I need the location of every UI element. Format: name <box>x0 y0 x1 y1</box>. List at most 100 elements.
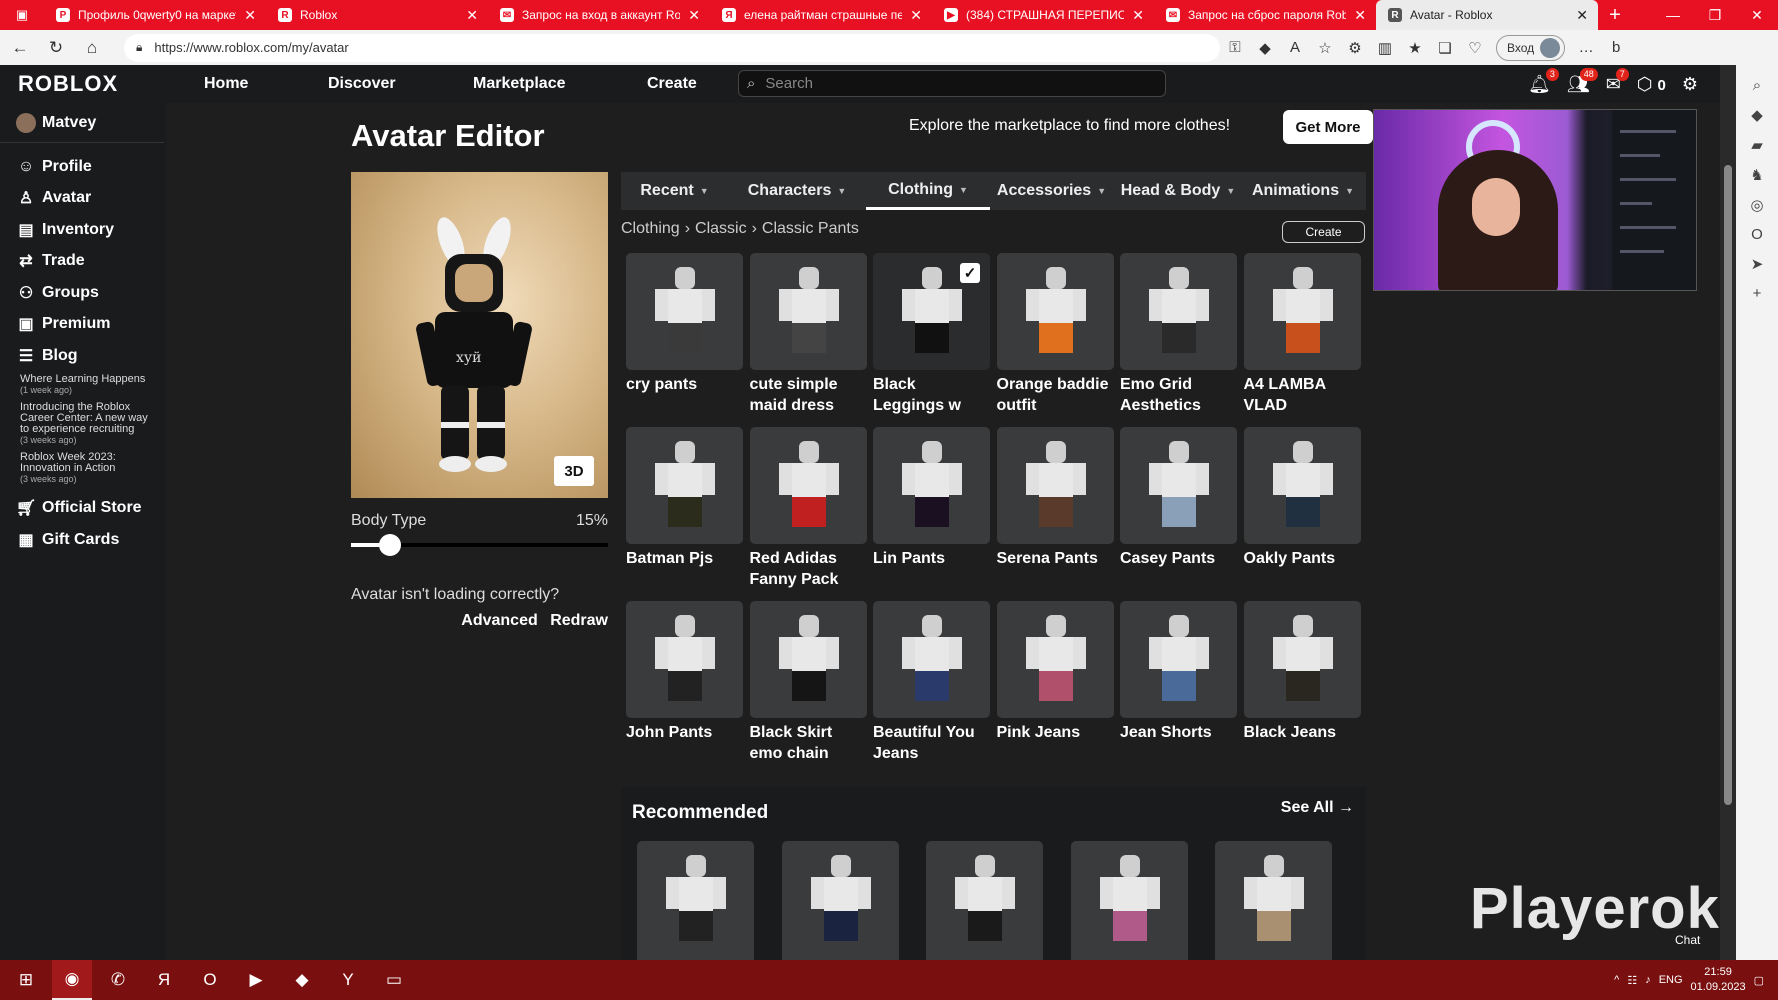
favorites-icon[interactable]: ★ <box>1400 33 1430 63</box>
item-card[interactable]: Pink Jeans <box>996 601 1114 743</box>
item-thumbnail[interactable] <box>873 427 990 544</box>
url-field[interactable]: 🔒︎ https://www.roblox.com/my/avatar <box>124 33 1220 62</box>
item-thumbnail[interactable]: ✓ <box>873 253 990 370</box>
item-thumbnail[interactable] <box>996 427 1114 544</box>
item-card[interactable]: Beautiful You Jeans <box>873 601 990 764</box>
blog-post-link[interactable]: Introducing the Roblox Career Center: A … <box>0 400 166 450</box>
close-tab-icon[interactable]: ✕ <box>688 7 700 24</box>
blog-post-link[interactable]: Where Learning Happens (1 week ago) <box>0 372 166 400</box>
browser-tab[interactable]: R Avatar - Roblox ✕ <box>1376 0 1598 30</box>
tag-icon[interactable]: ◆ <box>1751 106 1763 124</box>
browser-tab[interactable]: ✉ Запрос на сброс пароля Roblox ✕ <box>1154 0 1376 30</box>
browser-tab[interactable]: ▶ (384) СТРАШНАЯ ПЕРЕПИСКА! ✕ <box>932 0 1154 30</box>
advanced-link[interactable]: Advanced <box>461 612 537 629</box>
network-icon[interactable]: ☷ <box>1627 974 1637 987</box>
create-button[interactable]: Create <box>1282 221 1365 243</box>
robux-icon[interactable]: ⬡ 0 <box>1637 74 1666 95</box>
item-thumbnail[interactable] <box>1120 427 1237 544</box>
read-aloud-icon[interactable]: A <box>1280 33 1310 63</box>
item-card[interactable]: Casey Pants <box>1120 427 1237 569</box>
sidebar-item-blog[interactable]: ☰ Blog <box>0 340 166 372</box>
item-card[interactable]: Jean Shorts <box>1120 601 1237 743</box>
chevron-up-icon[interactable]: ^ <box>1614 974 1619 986</box>
sidebar-item-inventory[interactable]: ▤ Inventory <box>0 214 166 246</box>
breadcrumb-clothing[interactable]: Clothing <box>621 220 680 237</box>
sidebar-user[interactable]: Matvey <box>0 103 164 143</box>
tab-actions-icon[interactable]: ▣ <box>0 0 44 30</box>
close-tab-icon[interactable]: ✕ <box>1354 7 1366 24</box>
extensions-icon[interactable]: ⚙ <box>1340 33 1370 63</box>
copilot-icon[interactable]: ◎ <box>1750 196 1763 214</box>
notification-center-icon[interactable]: ▢ <box>1754 974 1764 987</box>
tab-animations[interactable]: Animations ▼ <box>1243 172 1363 210</box>
page-scrollbar[interactable] <box>1720 65 1736 960</box>
collections-icon[interactable]: ❏ <box>1430 33 1460 63</box>
copilot-icon[interactable]: b <box>1601 33 1631 63</box>
edge-browser-icon[interactable]: ◉ <box>52 960 92 1000</box>
close-tab-icon[interactable]: ✕ <box>1576 7 1588 24</box>
tab-clothing[interactable]: Clothing ▼ <box>866 172 990 210</box>
more-menu-icon[interactable]: … <box>1571 33 1601 63</box>
item-card[interactable]: cry pants <box>626 253 743 395</box>
breadcrumb-classic[interactable]: Classic <box>695 220 747 237</box>
see-all-link[interactable]: See All → <box>1281 799 1354 817</box>
sidebar-item-profile[interactable]: ☺ Profile <box>0 151 166 183</box>
search-icon[interactable]: ⌕ <box>1753 77 1761 94</box>
item-card[interactable]: A4 LAMBA VLAD <box>1243 253 1361 416</box>
sidebar-item-premium[interactable]: ▣ Premium <box>0 309 166 341</box>
file-explorer-icon[interactable]: ▭ <box>374 960 414 1000</box>
nav-create[interactable]: Create <box>647 75 697 93</box>
roblox-icon[interactable]: ◆ <box>282 960 322 1000</box>
browser-tab[interactable]: P Профиль 0qwerty0 на маркетпл ✕ <box>44 0 266 30</box>
new-tab-button[interactable]: + <box>1598 4 1632 27</box>
scrollbar-thumb[interactable] <box>1724 165 1732 805</box>
sidebar-item-official-store[interactable]: 🛒︎ Official Store <box>0 493 166 525</box>
item-thumbnail[interactable] <box>996 253 1114 370</box>
recommended-item[interactable] <box>1215 841 1332 960</box>
item-thumbnail[interactable] <box>1243 427 1361 544</box>
body-type-slider[interactable] <box>351 534 608 556</box>
tab-characters[interactable]: Characters ▼ <box>728 172 866 210</box>
item-card[interactable]: Lin Pants <box>873 427 990 569</box>
item-thumbnail[interactable] <box>873 601 990 718</box>
recommended-item[interactable] <box>637 841 754 960</box>
notifications-icon[interactable]: 🔔︎ 3 <box>1528 67 1559 95</box>
item-thumbnail[interactable] <box>1120 253 1237 370</box>
search-input[interactable]: ⌕ Search <box>738 70 1166 97</box>
blog-post-link[interactable]: Roblox Week 2023: Innovation in Action (3… <box>0 450 166 489</box>
item-card[interactable]: ✓ Black Leggings w <box>873 253 990 416</box>
performance-icon[interactable]: ♡ <box>1460 33 1490 63</box>
settings-gear-icon[interactable]: ⚙ <box>1682 74 1698 95</box>
language-indicator[interactable]: ENG <box>1659 974 1683 986</box>
item-thumbnail[interactable] <box>749 253 867 370</box>
item-thumbnail[interactable] <box>626 427 743 544</box>
close-tab-icon[interactable]: ✕ <box>1132 7 1144 24</box>
nav-home[interactable]: Home <box>204 75 248 93</box>
get-more-button[interactable]: Get More <box>1283 110 1373 144</box>
item-card[interactable]: John Pants <box>626 601 743 743</box>
favorite-star-icon[interactable]: ☆ <box>1310 33 1340 63</box>
back-icon[interactable]: ← <box>4 33 36 63</box>
nav-discover[interactable]: Discover <box>328 75 396 93</box>
toggle-3d-button[interactable]: 3D <box>554 456 594 486</box>
whatsapp-icon[interactable]: ✆ <box>98 960 138 1000</box>
browser-tab[interactable]: R Roblox ✕ <box>266 0 488 30</box>
item-thumbnail[interactable] <box>1120 601 1237 718</box>
item-card[interactable]: Batman Pjs <box>626 427 743 569</box>
briefcase-icon[interactable]: ▰ <box>1751 136 1763 154</box>
close-tab-icon[interactable]: ✕ <box>244 7 256 24</box>
item-card[interactable]: Serena Pants <box>996 427 1114 569</box>
tab-head-body[interactable]: Head & Body ▼ <box>1113 172 1243 210</box>
sidebar-item-trade[interactable]: ⇄ Trade <box>0 246 166 278</box>
volume-icon[interactable]: ♪ <box>1645 974 1651 986</box>
outlook-icon[interactable]: O <box>1751 226 1763 243</box>
refresh-icon[interactable]: ↻ <box>40 33 72 63</box>
yandex-icon[interactable]: Y <box>328 960 368 1000</box>
avatar-preview[interactable]: хуй 3D <box>351 172 608 498</box>
messages-icon[interactable]: ✉︎ 7 <box>1606 67 1629 95</box>
item-card[interactable]: Orange baddie outfit <box>996 253 1114 416</box>
item-thumbnail[interactable] <box>1243 601 1361 718</box>
item-thumbnail[interactable] <box>626 601 743 718</box>
close-tab-icon[interactable]: ✕ <box>910 7 922 24</box>
split-screen-icon[interactable]: ▥ <box>1370 33 1400 63</box>
